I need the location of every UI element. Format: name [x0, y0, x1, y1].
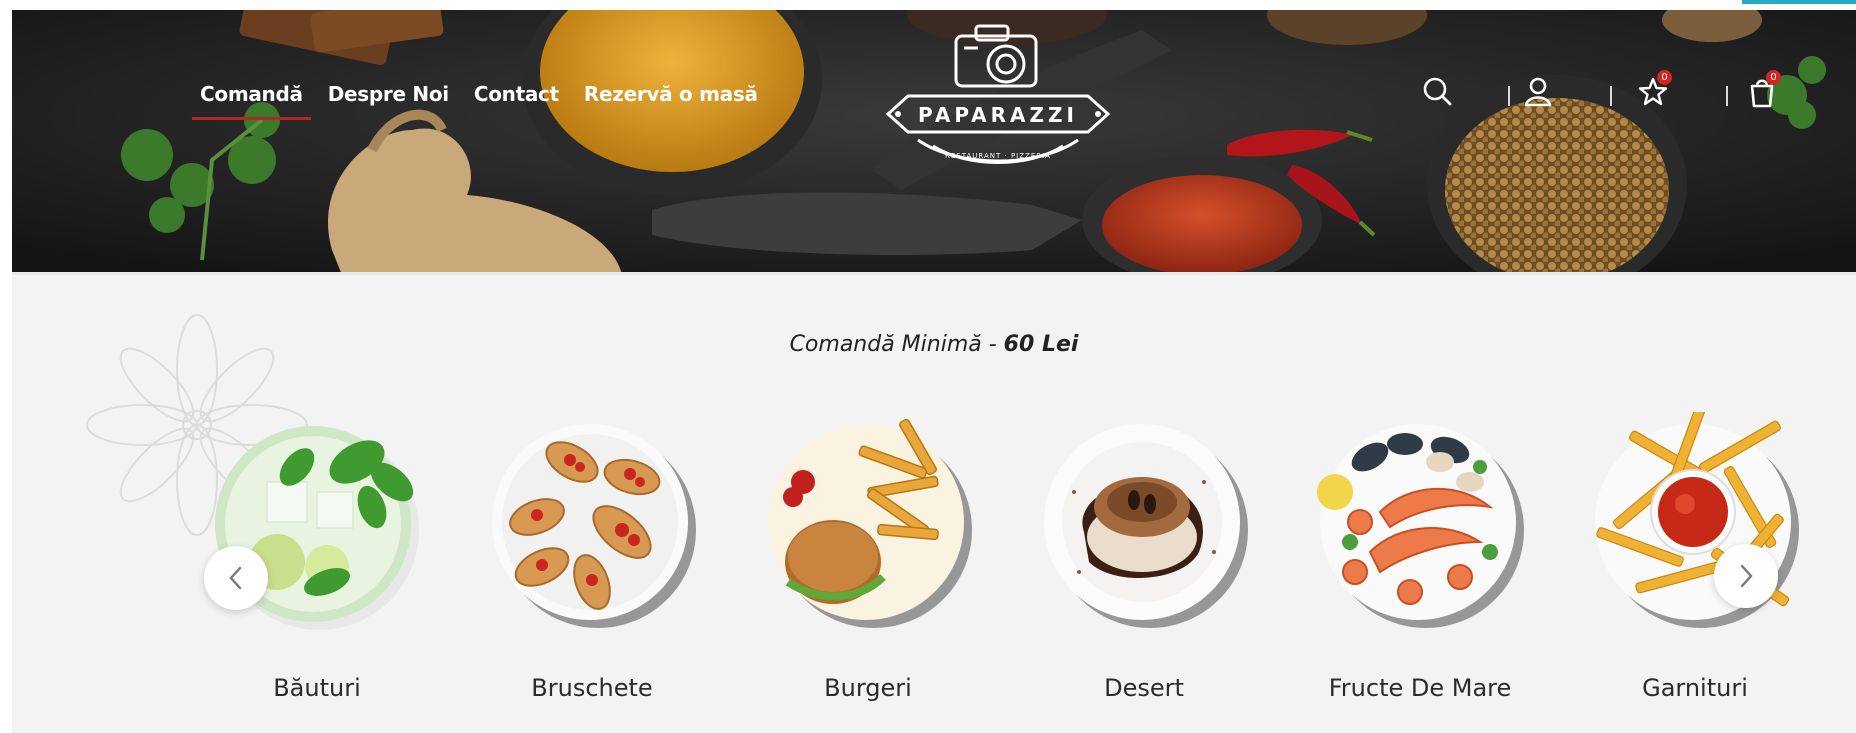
- main-nav: Comandă Despre Noi Contact Rezervă o mas…: [192, 82, 783, 120]
- carousel-prev-button[interactable]: [204, 546, 268, 610]
- top-accent-strip: [1742, 0, 1856, 4]
- seafood-image: [1317, 424, 1524, 628]
- header-icon-divider: [1610, 86, 1612, 106]
- category-card[interactable]: Garnituri: [1585, 412, 1805, 702]
- header-icon-divider: [1508, 86, 1510, 106]
- category-card[interactable]: Burgeri: [758, 412, 978, 702]
- paparazzi-logo[interactable]: PAPARAZZI RESTAURANT · PIZZERIA: [878, 18, 1118, 188]
- category-card[interactable]: Fructe De Mare: [1310, 412, 1530, 702]
- carousel-next-button[interactable]: [1714, 544, 1778, 608]
- shopping-bag-icon[interactable]: 0: [1744, 70, 1781, 110]
- category-name: Băuturi: [273, 674, 361, 702]
- minimum-order-value: 60 Lei: [1003, 332, 1079, 357]
- header-icon-divider: [1726, 86, 1728, 106]
- minimum-order-notice: Comandă Minimă - 60 Lei: [12, 332, 1856, 357]
- wishlist-count-badge: 0: [1657, 70, 1672, 85]
- fries-image: [1595, 412, 1799, 628]
- hero-header: Comandă Despre Noi Contact Rezervă o mas…: [12, 10, 1856, 275]
- star-icon[interactable]: 0: [1635, 70, 1672, 110]
- category-name: Desert: [1104, 674, 1184, 702]
- svg-text:PAPARAZZI: PAPARAZZI: [918, 103, 1078, 127]
- nav-link-comanda[interactable]: Comandă: [192, 82, 311, 120]
- chevron-left-icon: [229, 566, 242, 590]
- category-name: Garnituri: [1642, 674, 1748, 702]
- category-card[interactable]: Bruschete: [482, 412, 702, 702]
- nav-link-rezerva[interactable]: Rezervă o masă: [584, 82, 758, 106]
- camera-logo-icon: PAPARAZZI RESTAURANT · PIZZERIA: [885, 24, 1111, 164]
- dessert-image: [1044, 424, 1248, 628]
- minimum-order-label: Comandă Minimă -: [789, 332, 1004, 357]
- category-name: Fructe De Mare: [1328, 674, 1512, 702]
- nav-link-contact[interactable]: Contact: [474, 82, 559, 106]
- user-icon[interactable]: [1520, 74, 1556, 110]
- burger-image: [768, 418, 972, 628]
- bruschetta-image: [492, 424, 696, 628]
- search-icon[interactable]: [1420, 74, 1456, 110]
- category-name: Bruschete: [531, 674, 653, 702]
- nav-link-despre-noi[interactable]: Despre Noi: [328, 82, 449, 106]
- category-card[interactable]: Desert: [1034, 412, 1254, 702]
- svg-text:RESTAURANT · PIZZERIA: RESTAURANT · PIZZERIA: [945, 152, 1051, 160]
- chevron-right-icon: [1740, 564, 1753, 588]
- category-name: Burgeri: [824, 674, 912, 702]
- page-frame: Comandă Despre Noi Contact Rezervă o mas…: [12, 10, 1856, 733]
- cart-count-badge: 0: [1766, 70, 1781, 85]
